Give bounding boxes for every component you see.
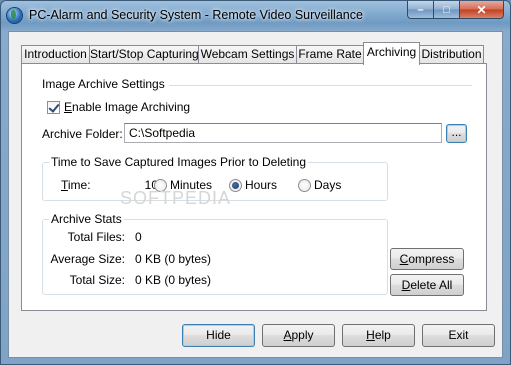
archive-folder-input[interactable]: C:\Softpedia — [124, 123, 442, 143]
tab-archiving[interactable]: Archiving — [363, 42, 420, 65]
time-value-input[interactable]: 10 — [95, 175, 163, 195]
hide-button[interactable]: Hide — [182, 324, 255, 347]
average-size-label: Average Size: — [50, 252, 126, 266]
minutes-label[interactable]: Minutes — [170, 178, 212, 192]
enable-archiving-checkbox[interactable] — [47, 101, 60, 114]
average-size-value: 0 KB (0 bytes) — [135, 252, 212, 266]
tab-distribution[interactable]: Distribution — [419, 45, 484, 64]
apply-button[interactable]: Apply — [262, 324, 335, 347]
title-bar[interactable]: PC-Alarm and Security System - Remote Vi… — [1, 1, 510, 31]
total-files-label: Total Files: — [67, 230, 125, 244]
retention-group-title: Time to Save Captured Images Prior to De… — [49, 155, 309, 169]
enable-archiving-label[interactable]: Enable Image Archiving — [64, 100, 190, 114]
globe-icon — [7, 8, 22, 23]
delete-all-button[interactable]: Delete All — [390, 274, 464, 296]
hours-label[interactable]: Hours — [245, 178, 277, 192]
close-button[interactable]: ✕ — [460, 1, 504, 19]
exit-button[interactable]: Exit — [422, 324, 495, 347]
archive-stats-group: Archive Stats Total Files: 0 Average Siz… — [42, 212, 388, 295]
minimize-button[interactable]: – — [407, 1, 434, 19]
maximize-icon: □ — [443, 3, 450, 16]
hours-radio[interactable] — [229, 179, 242, 192]
minimize-icon: – — [417, 3, 424, 16]
image-archive-settings-heading: Image Archive Settings — [42, 77, 165, 91]
help-button[interactable]: Help — [342, 324, 415, 347]
window-title: PC-Alarm and Security System - Remote Vi… — [29, 8, 363, 22]
client-area: Introduction Start/Stop Capturing Webcam… — [8, 31, 503, 358]
maximize-button[interactable]: □ — [434, 1, 460, 19]
time-label: Time: — [61, 178, 91, 192]
archiving-tab-page: Image Archive Settings Enable Image Arch… — [21, 63, 487, 311]
total-size-value: 0 KB (0 bytes) — [135, 273, 212, 287]
close-icon: ✕ — [476, 2, 487, 17]
minutes-radio[interactable] — [154, 179, 167, 192]
compress-button[interactable]: Compress — [390, 248, 464, 270]
archive-folder-label: Archive Folder: — [42, 127, 123, 141]
app-window: PC-Alarm and Security System - Remote Vi… — [0, 0, 511, 365]
caption-buttons: – □ ✕ — [407, 1, 504, 20]
days-radio[interactable] — [298, 179, 311, 192]
retention-group: Time to Save Captured Images Prior to De… — [42, 155, 388, 201]
tab-start-stop-capturing[interactable]: Start/Stop Capturing — [89, 45, 199, 64]
tab-webcam-settings[interactable]: Webcam Settings — [198, 45, 297, 64]
archive-stats-title: Archive Stats — [49, 212, 124, 226]
total-files-value: 0 — [135, 230, 142, 244]
tab-introduction[interactable]: Introduction — [21, 45, 90, 64]
tab-frame-rate[interactable]: Frame Rate — [296, 45, 364, 64]
browse-folder-button[interactable]: ... — [446, 124, 467, 143]
total-size-label: Total Size: — [69, 273, 125, 287]
section-divider — [169, 85, 472, 86]
days-label[interactable]: Days — [314, 178, 341, 192]
